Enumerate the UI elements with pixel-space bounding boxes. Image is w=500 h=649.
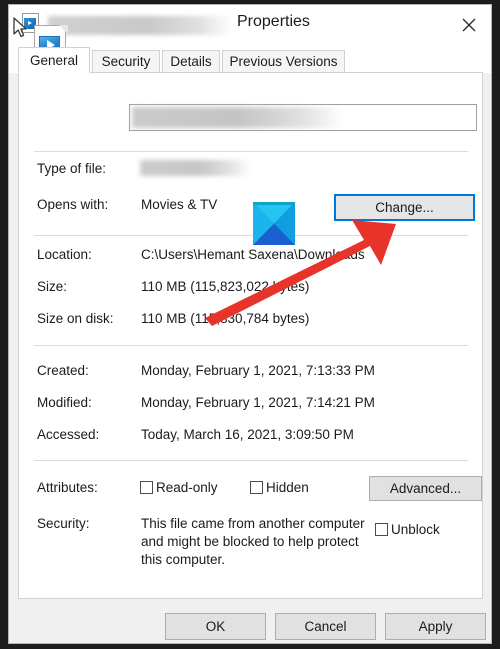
redacted-filename-value [132, 107, 344, 128]
location-label: Location: [37, 247, 92, 262]
type-of-file-label: Type of file: [37, 161, 107, 176]
readonly-checkbox-label: Read-only [156, 480, 218, 495]
modified-label: Modified: [37, 395, 92, 410]
cancel-button[interactable]: Cancel [275, 613, 376, 640]
change-button[interactable]: Change... [334, 194, 475, 221]
opens-with-value: Movies & TV [141, 197, 218, 212]
ok-button[interactable]: OK [165, 613, 266, 640]
accessed-label: Accessed: [37, 427, 100, 442]
tab-general[interactable]: General [18, 47, 90, 73]
advanced-button[interactable]: Advanced... [369, 476, 482, 501]
readonly-checkbox-box[interactable] [140, 481, 153, 494]
security-label: Security: [37, 516, 90, 531]
opens-with-label: Opens with: [37, 197, 109, 212]
attributes-label: Attributes: [37, 480, 98, 495]
size-on-disk-label: Size on disk: [37, 311, 114, 326]
filename-input[interactable] [129, 104, 477, 131]
unblock-checkbox[interactable]: Unblock [375, 522, 440, 537]
unblock-checkbox-box[interactable] [375, 523, 388, 536]
properties-dialog: Properties General Security Details Prev… [8, 4, 492, 644]
hidden-checkbox-box[interactable] [250, 481, 263, 494]
divider-top [34, 151, 468, 152]
created-value: Monday, February 1, 2021, 7:13:33 PM [141, 363, 375, 378]
tab-security[interactable]: Security [92, 50, 160, 73]
redacted-filename-title [48, 16, 233, 35]
apply-button[interactable]: Apply [385, 613, 486, 640]
unblock-checkbox-label: Unblock [391, 522, 440, 537]
size-on-disk-value: 110 MB (115,830,784 bytes) [141, 311, 310, 326]
tab-details[interactable]: Details [162, 50, 220, 73]
size-label: Size: [37, 279, 68, 294]
created-label: Created: [37, 363, 89, 378]
tab-previous-versions[interactable]: Previous Versions [222, 50, 345, 73]
redacted-type-of-file-value [140, 160, 250, 176]
tab-strip: General Security Details Previous Versio… [9, 46, 491, 73]
hidden-checkbox[interactable]: Hidden [250, 480, 309, 495]
readonly-checkbox[interactable]: Read-only [140, 480, 218, 495]
hidden-checkbox-label: Hidden [266, 480, 309, 495]
modified-value: Monday, February 1, 2021, 7:14:21 PM [141, 395, 375, 410]
title-bar: Properties [9, 5, 491, 47]
size-value: 110 MB (115,823,022 bytes) [141, 279, 310, 294]
security-description: This file came from another computer and… [141, 516, 365, 567]
divider-attributes-top [34, 460, 468, 461]
divider-mid [34, 235, 468, 236]
location-value: C:\Users\Hemant Saxena\Downloads [141, 247, 365, 262]
window-title: Properties [237, 13, 310, 30]
close-icon[interactable] [447, 5, 491, 45]
accessed-value: Today, March 16, 2021, 3:09:50 PM [141, 427, 354, 442]
divider-dates-top [34, 345, 468, 346]
blue-square-overlay-icon [253, 202, 295, 245]
mouse-cursor-pointer [13, 17, 27, 38]
